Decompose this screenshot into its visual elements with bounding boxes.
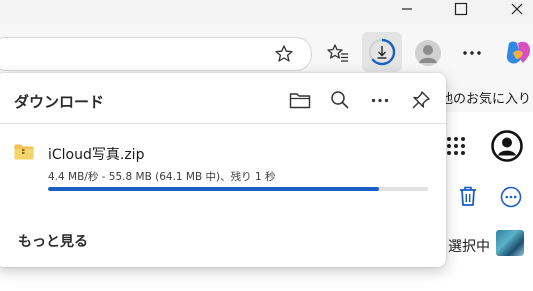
download-file-name[interactable]: iCloud写真.zip	[48, 144, 144, 164]
more-icon	[371, 98, 389, 102]
close-icon	[511, 3, 522, 15]
account-icon	[491, 130, 523, 162]
favorites-icon	[327, 44, 348, 62]
apps-grid-button[interactable]	[444, 134, 468, 158]
profile-icon	[415, 40, 441, 66]
open-folder-button[interactable]	[287, 87, 313, 113]
search-icon	[331, 91, 349, 109]
address-bar[interactable]	[0, 37, 312, 71]
star-icon	[275, 45, 293, 62]
profile-button[interactable]	[412, 37, 444, 69]
window-titlebar	[0, 0, 533, 24]
trash-icon	[460, 186, 476, 206]
background-page	[440, 112, 533, 291]
see-more-link[interactable]: もっと見る	[18, 231, 88, 251]
minimize-icon	[402, 8, 412, 10]
maximize-button[interactable]	[446, 0, 476, 18]
download-status: 4.4 MB/秒 - 55.8 MB (64.1 MB 中)、残り 1 秒	[48, 171, 276, 183]
maximize-icon	[454, 2, 468, 16]
downloads-button[interactable]	[362, 32, 402, 72]
close-button[interactable]	[500, 0, 533, 18]
panel-title: ダウンロード	[14, 93, 105, 111]
more-options-button[interactable]	[499, 185, 523, 209]
account-button[interactable]	[490, 129, 524, 163]
zip-folder-icon	[14, 144, 34, 164]
download-progress-fill	[48, 187, 379, 191]
copilot-icon	[506, 41, 530, 64]
copilot-button[interactable]	[502, 38, 533, 68]
panel-more-button[interactable]	[367, 87, 393, 113]
search-button[interactable]	[327, 87, 353, 113]
favorites-button[interactable]	[325, 40, 351, 66]
folder-icon	[289, 93, 311, 109]
pin-icon	[412, 91, 430, 109]
download-progress-bar	[48, 187, 428, 191]
more-icon	[463, 51, 481, 55]
more-button[interactable]	[459, 42, 485, 64]
panel-divider	[0, 123, 446, 124]
downloads-panel: ダウンロード iCloud写真.zip 4.4 MB/秒 - 55.8 MB (…	[0, 73, 446, 267]
minimize-button[interactable]	[392, 0, 422, 18]
apps-grid-icon	[447, 137, 465, 155]
other-favorites-label[interactable]: 他のお気に入り	[440, 88, 531, 107]
favorite-button[interactable]	[273, 43, 295, 65]
selection-status: 選択中	[448, 239, 490, 255]
more-circle-icon	[500, 186, 522, 208]
download-icon	[369, 38, 396, 66]
delete-button[interactable]	[456, 184, 480, 208]
pin-button[interactable]	[408, 87, 434, 113]
photo-thumbnail[interactable]	[496, 230, 524, 256]
